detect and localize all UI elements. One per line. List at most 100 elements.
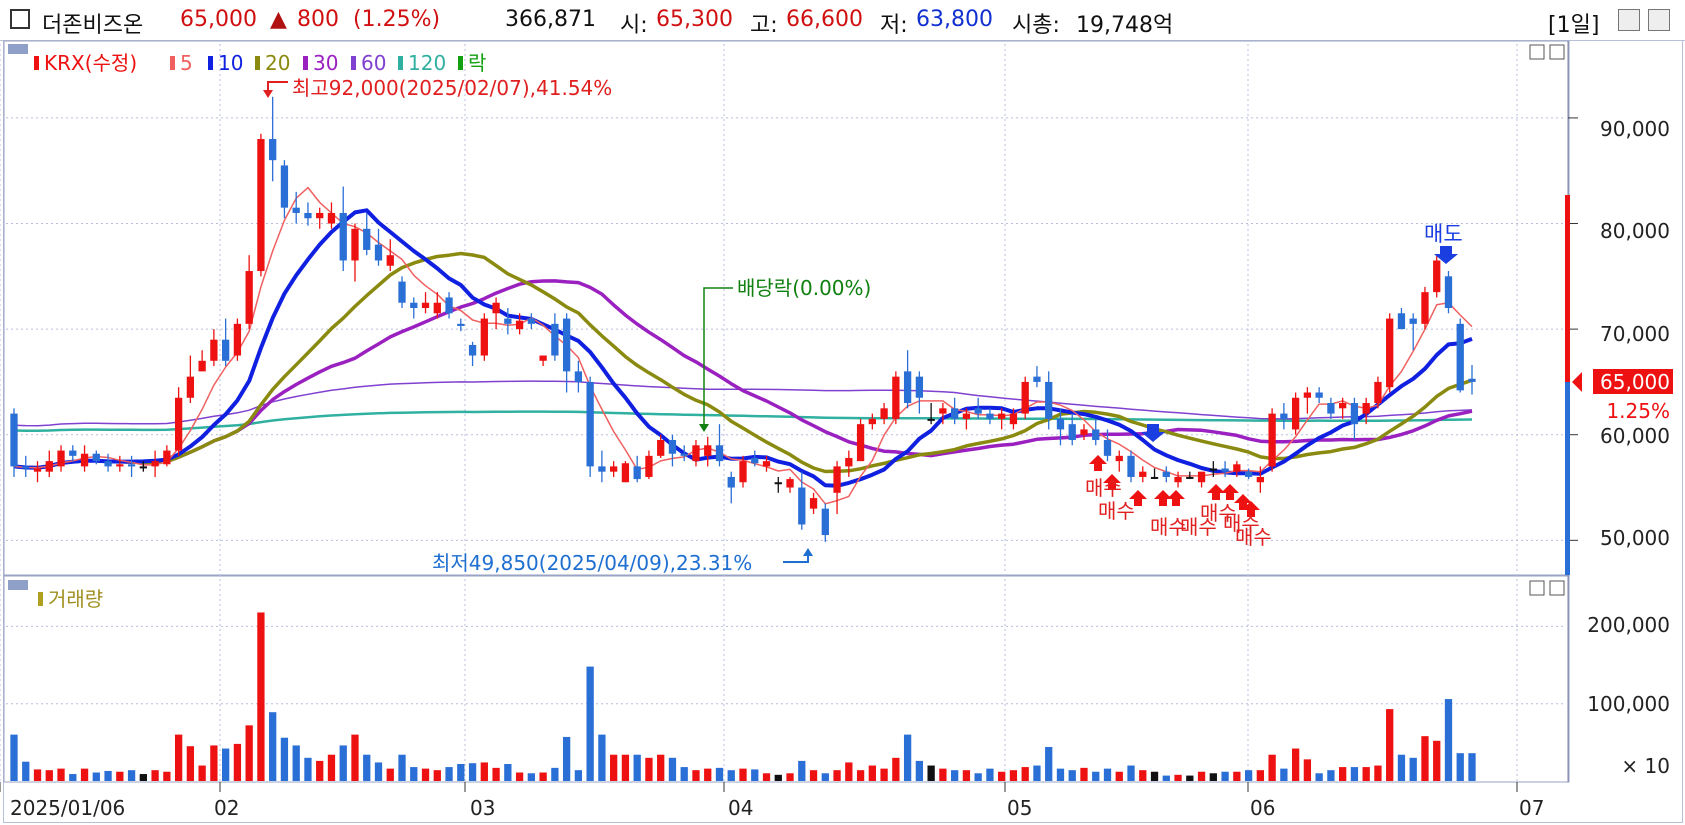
candle-body xyxy=(222,339,230,361)
volume-bar xyxy=(562,736,571,781)
legend-ex-dividend: 락 xyxy=(468,51,486,75)
volume-bar xyxy=(845,762,853,781)
volume-bar xyxy=(668,757,677,781)
candle-body xyxy=(951,408,959,419)
candle-body xyxy=(1268,413,1276,467)
candle-body xyxy=(610,466,618,472)
candle-body xyxy=(410,302,418,308)
volume-bar xyxy=(233,743,242,781)
volume-bar xyxy=(1280,768,1288,781)
candle-body xyxy=(809,498,818,509)
candle-body xyxy=(280,165,289,208)
candle-body xyxy=(574,371,583,382)
candle-body xyxy=(1303,392,1312,398)
candle-body xyxy=(962,413,971,419)
candle-body xyxy=(57,450,65,467)
sell-signal-label: 매도 xyxy=(1424,222,1463,246)
volume-bar xyxy=(680,767,688,781)
candle-body xyxy=(363,228,371,250)
candle-body xyxy=(739,461,747,483)
candle-body xyxy=(798,487,806,525)
volume-bar xyxy=(692,770,700,781)
volume-bar xyxy=(798,760,806,781)
volume-bar xyxy=(386,768,394,781)
volume-bar xyxy=(1350,767,1359,781)
volume-bar xyxy=(892,757,900,781)
candle-body xyxy=(1209,468,1217,471)
price-tick-label: 50,000 xyxy=(1600,526,1670,550)
volume-bar xyxy=(1045,746,1053,781)
candle-body xyxy=(386,255,394,266)
price-chart[interactable]: KRX(수정) 5 10 20 30 60 120 락 거래량 최고92,000… xyxy=(0,0,1685,825)
candle-body xyxy=(727,476,735,488)
candle-body xyxy=(1045,381,1053,419)
candle-body xyxy=(1468,378,1476,382)
date-tick-label: 02 xyxy=(214,796,239,820)
candle-body xyxy=(421,302,430,308)
candle-body xyxy=(316,212,324,219)
candle-body xyxy=(1350,403,1359,425)
candle-body xyxy=(562,318,571,372)
current-price-tag-text: 65,000 xyxy=(1600,370,1670,394)
candle-body xyxy=(163,450,171,465)
candle-body xyxy=(868,418,876,425)
candle-body xyxy=(715,445,724,462)
candle-body xyxy=(633,466,641,480)
candle-body xyxy=(457,323,465,326)
volume-bar xyxy=(292,745,300,781)
buy-signal-label: 매수 xyxy=(1098,499,1135,523)
range-bar-up xyxy=(1565,195,1570,382)
candle-body xyxy=(139,466,147,469)
volume-bar xyxy=(127,770,136,781)
price-panel xyxy=(3,40,1570,576)
volume-bar xyxy=(1115,771,1123,781)
range-bar-down xyxy=(1565,382,1570,575)
candle-body xyxy=(445,297,453,314)
volume-bar xyxy=(1021,767,1029,781)
volume-panel-icon xyxy=(8,580,28,590)
candle-body xyxy=(1197,471,1206,483)
volume-bar xyxy=(1397,754,1406,781)
volume-bar xyxy=(1139,770,1147,781)
candle-body xyxy=(1080,429,1088,435)
volume-bar xyxy=(645,757,653,781)
candle-body xyxy=(1339,403,1347,409)
candle-body xyxy=(986,413,994,419)
candle-body xyxy=(880,408,888,419)
candle-body xyxy=(339,212,347,261)
volume-bar xyxy=(657,754,665,781)
candle-body xyxy=(10,413,18,467)
volume-bar xyxy=(163,771,171,781)
volume-bar xyxy=(198,765,206,781)
candle-body xyxy=(304,212,312,219)
volume-bar xyxy=(1244,770,1253,781)
candle-body xyxy=(527,318,535,324)
candle-body xyxy=(1139,471,1147,477)
volume-bar xyxy=(398,754,406,781)
volume-bar xyxy=(1150,771,1159,781)
volume-bar xyxy=(880,768,888,781)
volume-bar xyxy=(927,765,935,781)
volume-bar xyxy=(809,770,818,781)
candle-body xyxy=(668,440,677,454)
volume-bar xyxy=(33,769,42,781)
volume-bar xyxy=(762,773,771,781)
volume-bar xyxy=(174,734,183,781)
volume-bar xyxy=(1327,770,1335,781)
candle-body xyxy=(692,445,700,462)
candle-body xyxy=(198,360,206,372)
volume-bar xyxy=(1386,709,1394,781)
current-price-marker-icon xyxy=(1572,372,1582,392)
candle-body xyxy=(586,381,594,467)
volume-bar xyxy=(410,767,418,781)
volume-bar xyxy=(539,772,547,781)
volume-bar xyxy=(45,770,53,781)
volume-tick-label: 200,000 xyxy=(1587,613,1670,637)
candle-body xyxy=(1233,464,1241,472)
date-tick-label: 2025/01/06 xyxy=(10,796,125,820)
volume-bar xyxy=(868,765,876,781)
candle-body xyxy=(1221,468,1229,472)
candle-body xyxy=(856,424,865,462)
volume-bar xyxy=(1456,753,1464,781)
legend-ma10: 10 xyxy=(218,51,243,75)
